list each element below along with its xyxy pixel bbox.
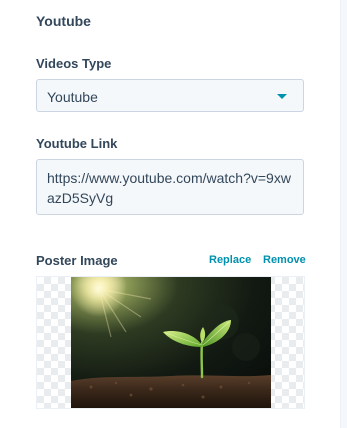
videos-type-label: Videos Type (36, 56, 112, 71)
scrollbar[interactable] (340, 0, 347, 428)
videos-type-select[interactable]: Youtube (36, 79, 304, 112)
remove-poster-button[interactable]: Remove (263, 254, 306, 266)
caret-down-icon (277, 94, 287, 99)
poster-image-label: Poster Image (36, 253, 118, 268)
seedling-image (71, 277, 271, 408)
poster-image-preview[interactable] (36, 276, 305, 409)
video-settings-panel: Youtube Videos Type Youtube Youtube Link… (0, 0, 347, 428)
replace-poster-button[interactable]: Replace (209, 254, 251, 266)
videos-type-value: Youtube (47, 89, 98, 105)
youtube-link-label: Youtube Link (36, 136, 118, 151)
youtube-link-input[interactable]: https://www.youtube.com/watch?v=9xwazD5S… (36, 159, 304, 215)
section-title: Youtube (36, 13, 91, 29)
